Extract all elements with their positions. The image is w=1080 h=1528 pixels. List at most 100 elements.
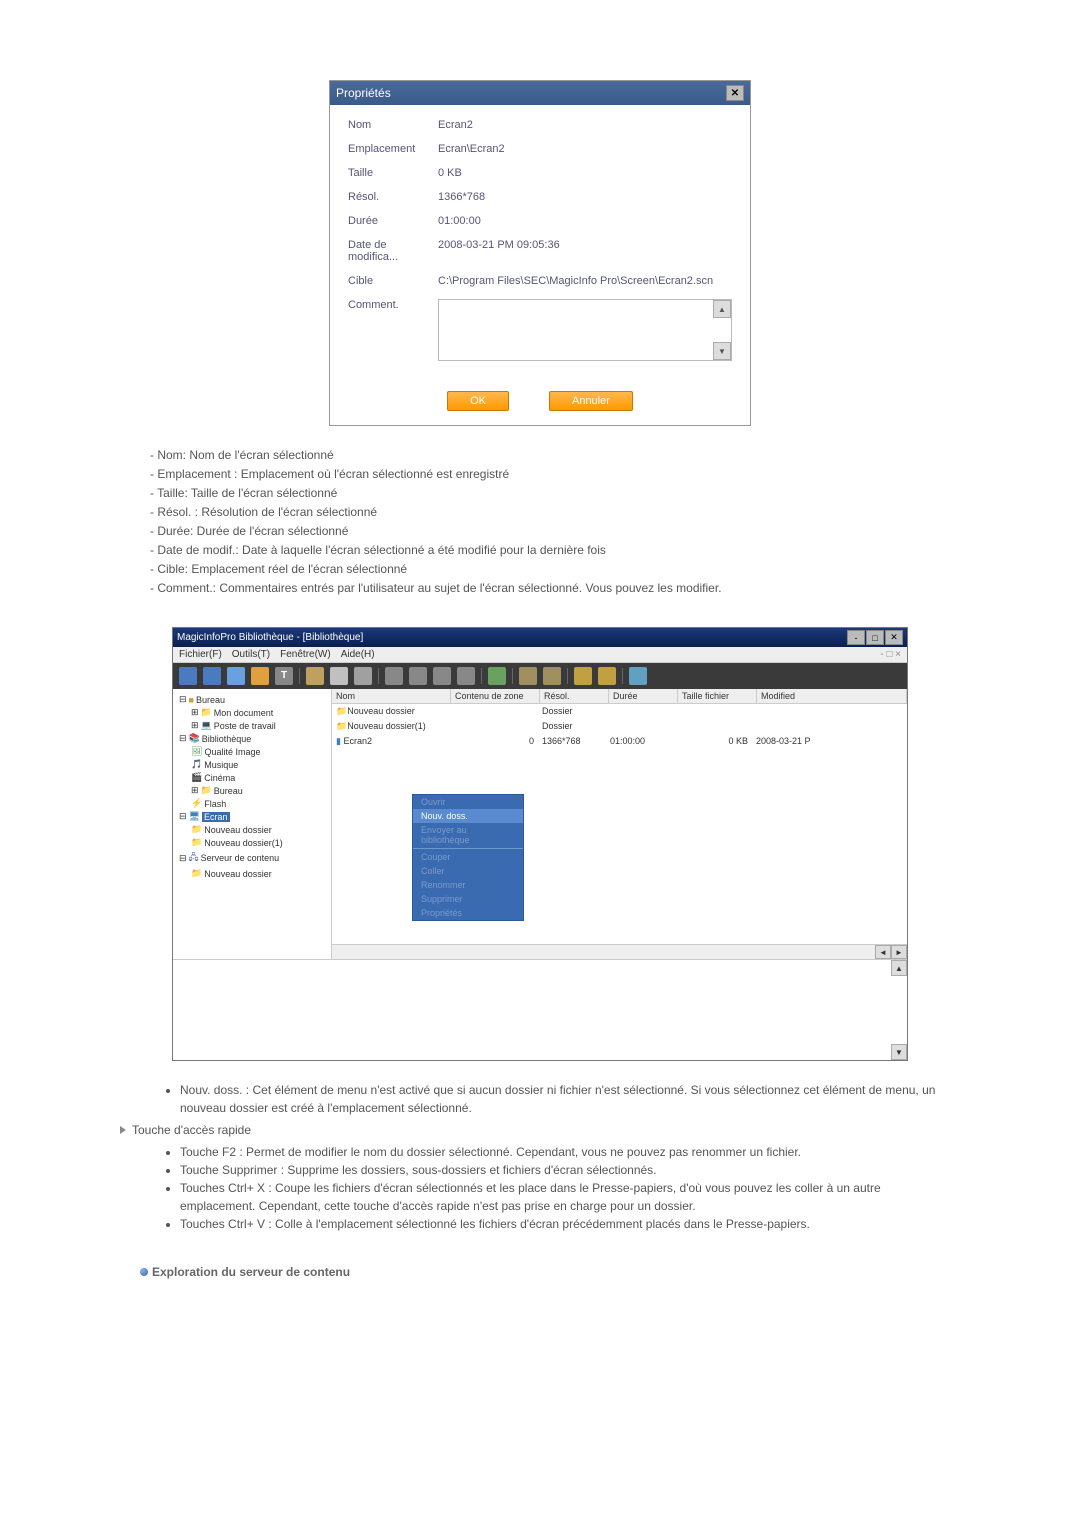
toolbar-icon[interactable] bbox=[251, 667, 269, 685]
col-zone[interactable]: Contenu de zone bbox=[451, 689, 540, 703]
toolbar-icon[interactable] bbox=[409, 667, 427, 685]
col-modified[interactable]: Modified bbox=[757, 689, 907, 703]
notes-block: Nouv. doss. : Cet élément de menu n'est … bbox=[140, 1081, 940, 1281]
toolbar: T bbox=[173, 663, 907, 689]
cm-props[interactable]: Propriétés bbox=[413, 906, 523, 920]
toolbar-icon[interactable] bbox=[385, 667, 403, 685]
col-resol[interactable]: Résol. bbox=[540, 689, 609, 703]
maximize-icon[interactable]: □ bbox=[866, 630, 884, 645]
size-label: Taille bbox=[348, 167, 438, 179]
comment-input[interactable]: ▲ ▼ bbox=[438, 299, 732, 361]
toolbar-icon[interactable] bbox=[179, 667, 197, 685]
scrollbar[interactable]: ◄ ► bbox=[332, 944, 907, 959]
toolbar-icon[interactable] bbox=[519, 667, 537, 685]
tree-item[interactable]: 🎵 Musique bbox=[177, 758, 327, 771]
scroll-down-icon[interactable]: ▼ bbox=[891, 1044, 907, 1060]
toolbar-text-icon[interactable]: T bbox=[275, 667, 293, 685]
tree-item[interactable]: 📁 Nouveau dossier bbox=[177, 823, 327, 836]
section-heading: Exploration du serveur de contenu bbox=[140, 1263, 940, 1281]
ok-button[interactable]: OK bbox=[447, 391, 509, 411]
note-ctrlx: Touches Ctrl+ X : Coupe les fichiers d'é… bbox=[180, 1179, 940, 1215]
window-titlebar: MagicInfoPro Bibliothèque - [Bibliothèqu… bbox=[173, 628, 907, 647]
cm-newfolder[interactable]: Nouv. doss. bbox=[413, 809, 523, 823]
toolbar-redo-icon[interactable] bbox=[598, 667, 616, 685]
toolbar-icon[interactable] bbox=[457, 667, 475, 685]
properties-dialog: Propriétés ✕ NomEcran2 EmplacementEcran\… bbox=[329, 80, 751, 426]
close-icon[interactable]: ✕ bbox=[885, 630, 903, 645]
note-suppr: Touche Supprimer : Supprime les dossiers… bbox=[180, 1161, 940, 1179]
cancel-button[interactable]: Annuler bbox=[549, 391, 633, 411]
section-title: Exploration du serveur de contenu bbox=[152, 1263, 350, 1281]
scroll-up-icon[interactable]: ▲ bbox=[891, 960, 907, 976]
list-row[interactable]: ▮ Ecran2 0 1366*768 01:00:00 0 KB 2008-0… bbox=[332, 734, 907, 749]
note-f2: Touche F2 : Permet de modifier le nom du… bbox=[180, 1143, 940, 1161]
window-body: ⊟ ■ Bureau ⊞ 📁 Mon document ⊞ 💻 Poste de… bbox=[173, 689, 907, 959]
dialog-title: Propriétés bbox=[336, 86, 391, 100]
doc-close-icon[interactable]: - □ × bbox=[880, 649, 901, 660]
toolbar-info-icon[interactable] bbox=[629, 667, 647, 685]
desc-name: - Nom: Nom de l'écran sélectionné bbox=[150, 446, 930, 464]
toolbar-undo-icon[interactable] bbox=[574, 667, 592, 685]
resolution-value: 1366*768 bbox=[438, 191, 732, 203]
list-row[interactable]: 📁Nouveau dossier(1) Dossier bbox=[332, 719, 907, 734]
menu-help[interactable]: Aide(H) bbox=[341, 649, 375, 660]
tree-item[interactable]: ⚡ Flash bbox=[177, 797, 327, 810]
desc-resolution: - Résol. : Résolution de l'écran sélecti… bbox=[150, 503, 930, 521]
tree-item[interactable]: ⊞ 📁 Mon document bbox=[177, 706, 327, 719]
name-label: Nom bbox=[348, 119, 438, 131]
tree-item[interactable]: ⊟ 📚 Bibliothèque bbox=[177, 732, 327, 745]
tree-item[interactable]: 📁 Nouveau dossier bbox=[177, 867, 327, 880]
tree-item[interactable]: ⊟ ■ Bureau bbox=[177, 693, 327, 706]
col-size[interactable]: Taille fichier bbox=[678, 689, 757, 703]
dialog-body: NomEcran2 EmplacementEcran\Ecran2 Taille… bbox=[330, 105, 750, 383]
dialog-buttons: OK Annuler bbox=[330, 383, 750, 425]
menu-tools[interactable]: Outils(T) bbox=[232, 649, 270, 660]
comment-label: Comment. bbox=[348, 299, 438, 311]
col-duration[interactable]: Durée bbox=[609, 689, 678, 703]
toolbar-icon[interactable] bbox=[203, 667, 221, 685]
tree-item[interactable]: 🖼 Qualité Image bbox=[177, 745, 327, 758]
toolbar-icon[interactable] bbox=[330, 667, 348, 685]
cm-open[interactable]: Ouvrir bbox=[413, 795, 523, 809]
close-icon[interactable]: ✕ bbox=[726, 85, 744, 101]
modified-value: 2008-03-21 PM 09:05:36 bbox=[438, 239, 732, 251]
context-menu: Ouvrir Nouv. doss. Envoyer au bibliothèq… bbox=[412, 794, 524, 921]
minimize-icon[interactable]: - bbox=[847, 630, 865, 645]
cm-delete[interactable]: Supprimer bbox=[413, 892, 523, 906]
note-ctrlv: Touches Ctrl+ V : Colle à l'emplacement … bbox=[180, 1215, 940, 1233]
cm-send[interactable]: Envoyer au bibliothèque bbox=[413, 823, 523, 847]
cm-cut[interactable]: Couper bbox=[413, 850, 523, 864]
resolution-label: Résol. bbox=[348, 191, 438, 203]
tree-panel: ⊟ ■ Bureau ⊞ 📁 Mon document ⊞ 💻 Poste de… bbox=[173, 689, 332, 959]
window-title: MagicInfoPro Bibliothèque - [Bibliothèqu… bbox=[177, 632, 363, 643]
scroll-down-icon[interactable]: ▼ bbox=[713, 342, 731, 360]
tree-item[interactable]: 📁 Nouveau dossier(1) bbox=[177, 836, 327, 849]
desc-location: - Emplacement : Emplacement où l'écran s… bbox=[150, 465, 930, 483]
toolbar-icon[interactable] bbox=[227, 667, 245, 685]
tree-item-selected[interactable]: ⊟ 🖥 Ecran bbox=[177, 810, 327, 823]
name-value: Ecran2 bbox=[438, 119, 732, 131]
scroll-up-icon[interactable]: ▲ bbox=[713, 300, 731, 318]
cm-paste[interactable]: Coller bbox=[413, 864, 523, 878]
status-panel: ▲ ▼ bbox=[173, 959, 907, 1060]
tree-item[interactable]: ⊞ 💻 Poste de travail bbox=[177, 719, 327, 732]
cm-rename[interactable]: Renommer bbox=[413, 878, 523, 892]
menu-file[interactable]: Fichier(F) bbox=[179, 649, 222, 660]
toolbar-icon[interactable] bbox=[543, 667, 561, 685]
desc-modified: - Date de modif.: Date à laquelle l'écra… bbox=[150, 541, 930, 559]
arrow-icon bbox=[120, 1126, 126, 1134]
toolbar-icon[interactable] bbox=[306, 667, 324, 685]
menu-window[interactable]: Fenêtre(W) bbox=[280, 649, 331, 660]
col-name[interactable]: Nom bbox=[332, 689, 451, 703]
toolbar-icon[interactable] bbox=[354, 667, 372, 685]
target-label: Cible bbox=[348, 275, 438, 287]
tree-item[interactable]: ⊟ 🖧 Serveur de contenu bbox=[177, 849, 327, 867]
tree-item[interactable]: 🎬 Cinéma bbox=[177, 771, 327, 784]
location-value: Ecran\Ecran2 bbox=[438, 143, 732, 155]
list-row[interactable]: 📁Nouveau dossier Dossier bbox=[332, 704, 907, 719]
toolbar-icon[interactable] bbox=[488, 667, 506, 685]
modified-label: Date de modifica... bbox=[348, 239, 438, 263]
bullet-icon bbox=[140, 1268, 148, 1276]
tree-item[interactable]: ⊞ 📁 Bureau bbox=[177, 784, 327, 797]
toolbar-icon[interactable] bbox=[433, 667, 451, 685]
